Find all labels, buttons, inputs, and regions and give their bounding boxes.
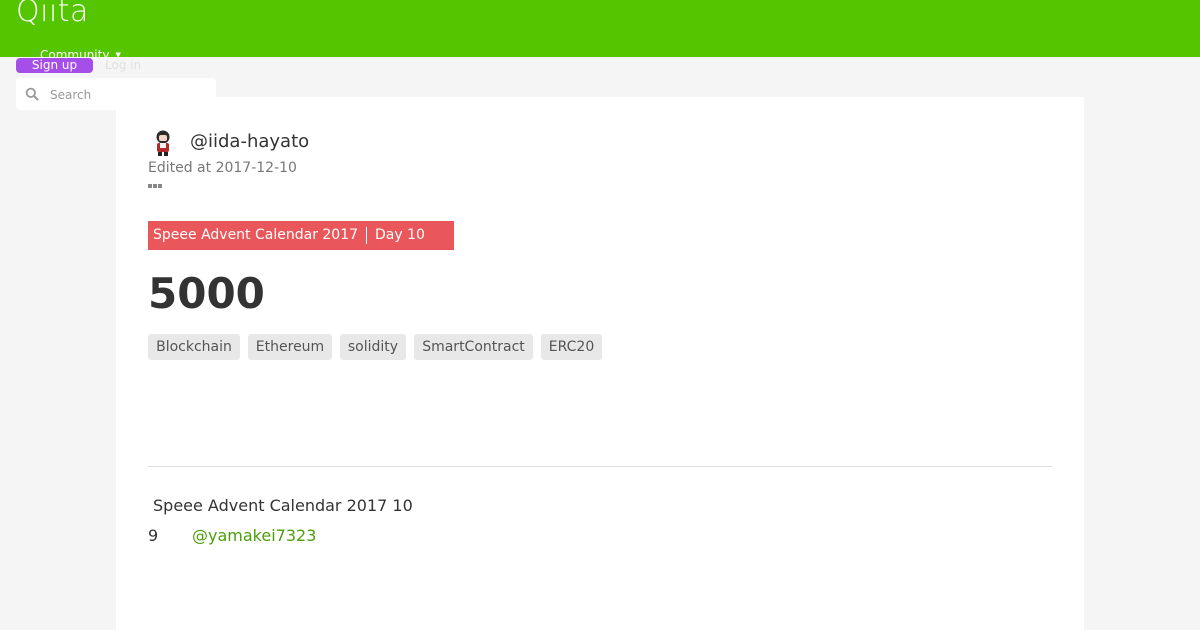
author-username[interactable]: @iida-hayato — [190, 130, 309, 154]
calendar-name: Speee Advent Calendar 2017 — [153, 227, 359, 243]
article-title: 5000 — [148, 269, 265, 318]
more-dots-icon[interactable] — [148, 182, 164, 190]
search-icon — [25, 87, 39, 101]
site-header: Qiita — [0, 0, 1200, 57]
tag-solidity[interactable]: solidity — [340, 334, 406, 360]
advent-calendar-banner[interactable]: Speee Advent Calendar 2017 Day 10 — [148, 221, 454, 250]
tag-ethereum[interactable]: Ethereum — [248, 334, 332, 360]
previous-day-number: 9 — [148, 526, 159, 545]
tag-blockchain[interactable]: Blockchain — [148, 334, 240, 360]
calendar-day: Day 10 — [375, 227, 425, 243]
tag-smartcontract[interactable]: SmartContract — [414, 334, 533, 360]
edited-timestamp: Edited at 2017-12-10 — [148, 160, 297, 176]
signup-button[interactable]: Sign up — [16, 58, 93, 73]
qiita-logo[interactable]: Qiita — [16, 0, 89, 29]
avatar[interactable] — [148, 128, 178, 158]
content-divider — [148, 466, 1052, 467]
login-link[interactable]: Log in — [105, 58, 141, 73]
calendar-footer-heading: Speee Advent Calendar 2017 10 — [153, 496, 413, 515]
calendar-divider — [366, 227, 367, 244]
tag-erc20[interactable]: ERC20 — [541, 334, 602, 360]
previous-day-author-link[interactable]: @yamakei7323 — [192, 525, 316, 547]
